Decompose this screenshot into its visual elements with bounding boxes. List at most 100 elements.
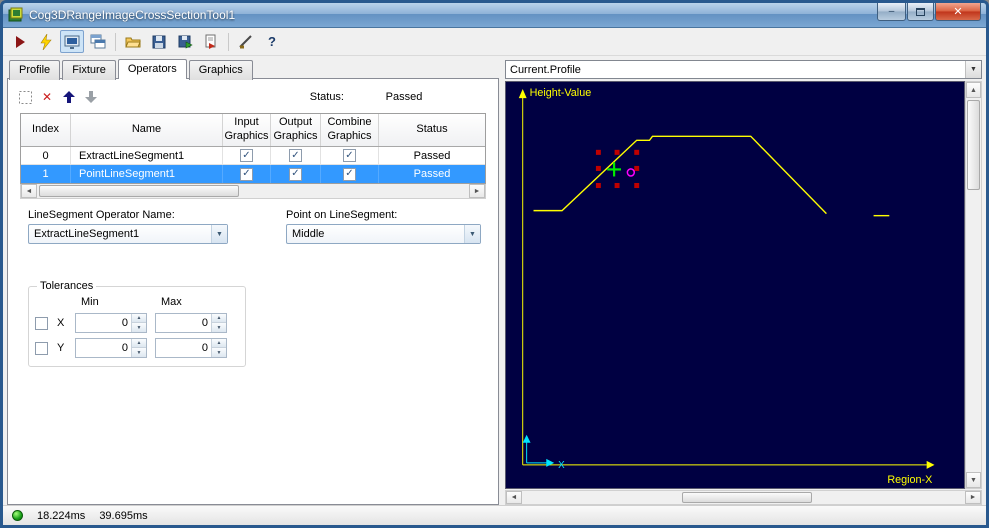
scroll-track[interactable] bbox=[966, 98, 981, 472]
combine-graphics-checkbox[interactable]: ✓ bbox=[343, 149, 356, 162]
spin-down-button[interactable]: ▼ bbox=[132, 348, 146, 357]
chart-vscrollbar[interactable]: ▲ ▼ bbox=[965, 81, 982, 489]
window-title: Cog3DRangeImageCrossSectionTool1 bbox=[29, 8, 236, 22]
input-graphics-checkbox[interactable]: ✓ bbox=[240, 149, 253, 162]
column-header-input-graphics[interactable]: Input Graphics bbox=[223, 114, 271, 146]
combine-graphics-checkbox-cell: ✓ bbox=[321, 165, 379, 183]
scroll-right-icon: ► bbox=[473, 187, 481, 195]
scroll-up-button[interactable]: ▲ bbox=[966, 82, 981, 98]
up-arrow-icon bbox=[63, 91, 75, 103]
open-file-button[interactable] bbox=[121, 30, 145, 53]
delete-operator-button[interactable]: ✕ bbox=[36, 86, 58, 108]
column-header-index[interactable]: Index bbox=[21, 114, 71, 146]
tolerance-y-min-spinner[interactable]: 0 ▲ ▼ bbox=[75, 338, 147, 358]
live-display-toggle[interactable] bbox=[60, 30, 84, 53]
chart-hscrollbar[interactable]: ◄ ► bbox=[505, 490, 982, 505]
operator-name-combobox[interactable]: ExtractLineSegment1 ▼ bbox=[28, 224, 228, 244]
chevron-down-icon[interactable]: ▼ bbox=[464, 225, 480, 243]
tolerances-group: Tolerances Min Max X 0 ▲ ▼ 0 ▲ ▼ Y 0 ▲ ▼… bbox=[28, 280, 246, 367]
tool-window: Cog3DRangeImageCrossSectionTool1 – ✕ ? P… bbox=[0, 0, 989, 528]
scroll-thumb[interactable] bbox=[39, 185, 239, 197]
point-on-segment-label: Point on LineSegment: bbox=[286, 209, 398, 221]
tolerance-x-checkbox[interactable] bbox=[35, 316, 48, 330]
spin-up-button[interactable]: ▲ bbox=[132, 314, 146, 323]
selection-handle[interactable] bbox=[634, 165, 640, 171]
right-pane: Current.Profile ▼ Height-Value Region-X bbox=[505, 58, 982, 505]
profile-selector-combobox[interactable]: Current.Profile ▼ bbox=[505, 60, 982, 79]
spin-down-button[interactable]: ▼ bbox=[212, 348, 226, 357]
tab-fixture[interactable]: Fixture bbox=[62, 60, 116, 80]
operator-name-value: ExtractLineSegment1 bbox=[34, 228, 140, 240]
point-on-segment-combobox[interactable]: Middle ▼ bbox=[286, 224, 481, 244]
circle-marker[interactable] bbox=[626, 168, 635, 177]
selection-handle[interactable] bbox=[595, 149, 601, 155]
x-axis-arrow-icon bbox=[926, 460, 935, 469]
spin-up-button[interactable]: ▲ bbox=[132, 339, 146, 348]
spin-up-button[interactable]: ▲ bbox=[212, 314, 226, 323]
scroll-left-button[interactable]: ◄ bbox=[21, 184, 37, 198]
scroll-thumb[interactable] bbox=[682, 492, 812, 503]
selection-handle[interactable] bbox=[634, 182, 640, 189]
column-header-status[interactable]: Status bbox=[379, 114, 485, 146]
scroll-right-button[interactable]: ► bbox=[965, 491, 981, 504]
operator-name-field: LineSegment Operator Name: ExtractLineSe… bbox=[28, 209, 228, 244]
tolerance-y-min-value: 0 bbox=[121, 342, 128, 354]
selection-handle[interactable] bbox=[614, 149, 620, 155]
spin-down-button[interactable]: ▼ bbox=[132, 323, 146, 332]
selection-handle[interactable] bbox=[595, 182, 601, 189]
input-graphics-checkbox[interactable]: ✓ bbox=[240, 167, 253, 181]
status-label: Status: bbox=[309, 91, 344, 103]
import-button[interactable] bbox=[199, 30, 223, 53]
column-header-combine-graphics[interactable]: Combine Graphics bbox=[321, 114, 379, 146]
save-file-button[interactable] bbox=[147, 30, 171, 53]
table-row[interactable]: 1 PointLineSegment1 ✓ ✓ ✓ Passed bbox=[21, 165, 485, 183]
scroll-left-button[interactable]: ◄ bbox=[506, 491, 522, 504]
selection-handle[interactable] bbox=[634, 149, 640, 155]
combine-graphics-checkbox[interactable]: ✓ bbox=[343, 167, 356, 181]
output-graphics-checkbox[interactable]: ✓ bbox=[289, 149, 302, 162]
scroll-right-button[interactable]: ► bbox=[469, 184, 485, 198]
operators-table: Index Name Input Graphics Output Graphic… bbox=[20, 113, 486, 184]
table-hscrollbar[interactable]: ◄ ► bbox=[20, 184, 486, 199]
minimize-button[interactable]: – bbox=[877, 3, 906, 21]
tolerance-x-max-spinner[interactable]: 0 ▲ ▼ bbox=[155, 313, 227, 333]
output-graphics-checkbox-cell: ✓ bbox=[271, 147, 321, 164]
electric-run-button[interactable] bbox=[34, 30, 58, 53]
selection-handle[interactable] bbox=[614, 182, 620, 189]
tolerance-x-min-spinner[interactable]: 0 ▲ ▼ bbox=[75, 313, 147, 333]
chevron-down-icon[interactable]: ▼ bbox=[211, 225, 227, 243]
tolerance-x-max-value: 0 bbox=[201, 317, 208, 329]
run-button[interactable] bbox=[8, 30, 32, 53]
tolerance-x-label: X bbox=[57, 317, 65, 329]
measure-button[interactable] bbox=[234, 30, 258, 53]
tab-graphics[interactable]: Graphics bbox=[188, 60, 253, 80]
tab-profile[interactable]: Profile bbox=[9, 60, 61, 80]
save-results-button[interactable] bbox=[173, 30, 197, 53]
scroll-track[interactable] bbox=[37, 184, 469, 198]
spin-up-button[interactable]: ▲ bbox=[212, 339, 226, 348]
operator-form: LineSegment Operator Name: ExtractLineSe… bbox=[28, 209, 486, 244]
column-header-output-graphics[interactable]: Output Graphics bbox=[271, 114, 321, 146]
column-header-name[interactable]: Name bbox=[71, 114, 223, 146]
operator-name-label: LineSegment Operator Name: bbox=[28, 209, 175, 221]
chevron-down-icon[interactable]: ▼ bbox=[965, 61, 981, 78]
close-button[interactable]: ✕ bbox=[935, 3, 981, 21]
scroll-track[interactable] bbox=[522, 491, 965, 504]
new-operator-button[interactable] bbox=[14, 86, 36, 108]
profile-chart[interactable]: Height-Value Region-X X bbox=[505, 81, 965, 489]
help-button[interactable]: ? bbox=[260, 30, 284, 53]
scroll-down-button[interactable]: ▼ bbox=[966, 472, 981, 488]
scroll-thumb[interactable] bbox=[967, 100, 980, 190]
tolerance-y-max-spinner[interactable]: 0 ▲ ▼ bbox=[155, 338, 227, 358]
selection-handle[interactable] bbox=[595, 165, 601, 171]
result-window-button[interactable] bbox=[86, 30, 110, 53]
status-value: Passed bbox=[385, 91, 423, 103]
spin-down-button[interactable]: ▼ bbox=[212, 323, 226, 332]
table-row[interactable]: 0 ExtractLineSegment1 ✓ ✓ ✓ Passed bbox=[21, 147, 485, 165]
move-up-button[interactable] bbox=[58, 86, 80, 108]
tolerance-y-checkbox[interactable] bbox=[35, 341, 48, 355]
output-graphics-checkbox[interactable]: ✓ bbox=[289, 167, 302, 181]
tab-operators[interactable]: Operators bbox=[117, 59, 187, 79]
maximize-button[interactable] bbox=[907, 3, 934, 21]
move-down-button[interactable] bbox=[80, 86, 102, 108]
